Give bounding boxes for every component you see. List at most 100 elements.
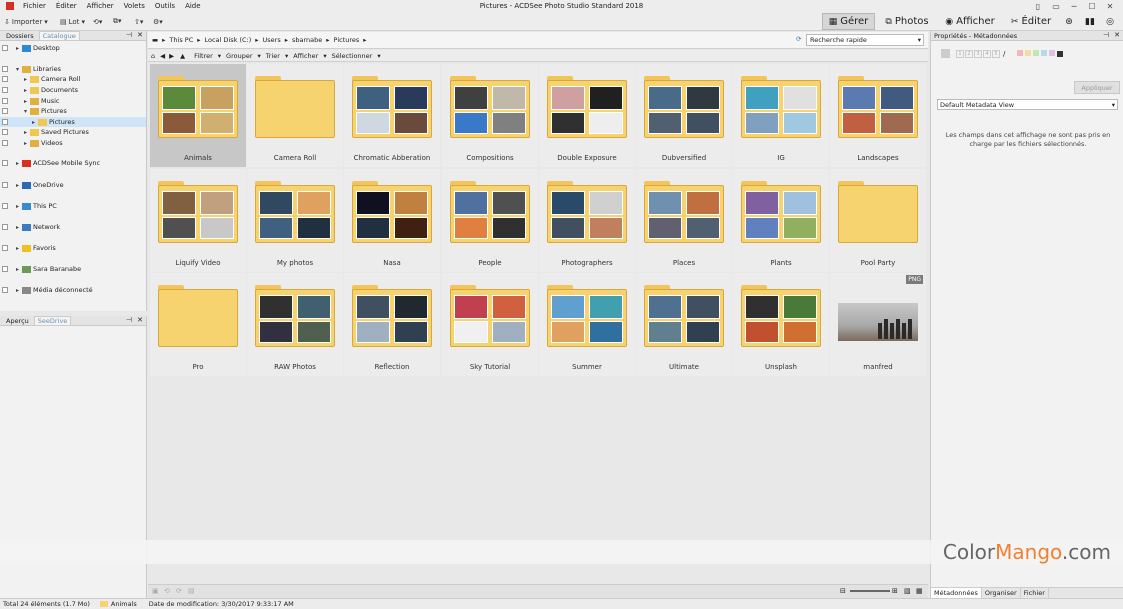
pen-icon[interactable]: / [1003, 50, 1005, 58]
360-button[interactable]: ⊛ [1061, 13, 1077, 30]
folder-nav-icon[interactable]: ▬ [148, 36, 162, 44]
home-icon[interactable]: ⌂ [148, 52, 158, 60]
tab-preview[interactable]: Aperçu [3, 317, 32, 325]
thumbnail-sky-tutorial[interactable]: Sky Tutorial [442, 273, 538, 376]
view-mode-icon[interactable]: ▦ [916, 587, 923, 595]
item-checkbox[interactable] [2, 140, 8, 146]
tab-folders[interactable]: Dossiers [3, 32, 37, 40]
filter-button[interactable]: Filtrer [189, 52, 218, 60]
thumbnail-photographers[interactable]: Photographers [539, 169, 635, 272]
sidebar-item-saved-pictures[interactable]: ▸ Saved Pictures [0, 127, 146, 137]
breadcrumb-pictures[interactable]: Pictures [330, 36, 364, 44]
sidebar-item-acdsee-mobile-sync[interactable]: ▸ ACDSee Mobile Sync [0, 158, 146, 168]
import-button[interactable]: ⇩ Importer ▾ [4, 15, 48, 28]
zoom-out-icon[interactable]: ⊟ [840, 587, 846, 595]
item-checkbox[interactable] [2, 87, 8, 93]
item-checkbox[interactable] [2, 182, 8, 188]
thumbnail-places[interactable]: Places [636, 169, 732, 272]
refresh-icon[interactable]: ⟳ [796, 35, 801, 43]
item-checkbox[interactable] [2, 245, 8, 251]
maximize-icon[interactable]: ☐ [1083, 0, 1101, 12]
sidebar-item-this-pc[interactable]: ▸ This PC [0, 201, 146, 211]
thumbnail-ultimate[interactable]: Ultimate [636, 273, 732, 376]
group-button[interactable]: Grouper [221, 52, 257, 60]
online-button[interactable]: ◎ [1102, 13, 1118, 30]
item-checkbox[interactable] [2, 266, 8, 272]
thumbnail-raw-photos[interactable]: RAW Photos [247, 273, 343, 376]
thumbnail-reflection[interactable]: Reflection [344, 273, 440, 376]
item-checkbox[interactable] [2, 45, 8, 51]
rotate-right-icon[interactable]: ⟳ [176, 587, 182, 595]
thumbnail-size-slider[interactable] [850, 590, 890, 592]
tools-button[interactable]: ⚙▾ [153, 15, 163, 28]
rating-star-1[interactable]: 1 [956, 50, 964, 58]
rating-star-2[interactable]: 2 [965, 50, 973, 58]
tab-organize[interactable]: Organiser [982, 588, 1021, 598]
copy-button[interactable]: ⧉▾ [113, 15, 122, 28]
mode-edit-button[interactable]: ✂ Éditer [1005, 13, 1057, 30]
pin-icon[interactable]: ⊣ [126, 31, 132, 39]
thumbnail-ig[interactable]: IG [733, 64, 829, 167]
thumbnail-plants[interactable]: Plants [733, 169, 829, 272]
checkbox-icon[interactable] [941, 49, 950, 58]
thumbnail-liquify-video[interactable]: Liquify Video [150, 169, 246, 272]
close-icon[interactable]: ✕ [1101, 0, 1119, 12]
thumbnail-camera-roll[interactable]: Camera Roll [247, 64, 343, 167]
thumbnail-pool-party[interactable]: Pool Party [830, 169, 926, 272]
back-icon[interactable]: ◀ [158, 52, 167, 60]
sidebar-item-sara-baranabe[interactable]: ▸ Sara Baranabe [0, 264, 146, 274]
sort-button[interactable]: Trier [261, 52, 285, 60]
close-icon[interactable]: ✕ [137, 31, 143, 39]
sidebar-item-desktop[interactable]: ▸ Desktop [0, 43, 146, 53]
thumbnail-compositions[interactable]: Compositions [442, 64, 538, 167]
rating-star-4[interactable]: 4 [983, 50, 991, 58]
thumbnail-chromatic-abberation[interactable]: Chromatic Abberation [344, 64, 440, 167]
thumbnail-landscapes[interactable]: Landscapes [830, 64, 926, 167]
color-label-2[interactable] [1025, 49, 1032, 56]
sidebar-item-videos[interactable]: ▸ Videos [0, 138, 146, 148]
thumbnail-people[interactable]: People [442, 169, 538, 272]
color-label-black[interactable] [1057, 50, 1064, 57]
item-checkbox[interactable] [2, 66, 8, 72]
select-all-icon[interactable]: ▣ [152, 587, 159, 595]
color-label-3[interactable] [1033, 49, 1040, 56]
mode-photos-button[interactable]: ⧉ Photos [878, 13, 936, 30]
rotate-left-icon[interactable]: ⟲ [164, 587, 170, 595]
color-label-1[interactable] [1017, 49, 1024, 56]
layout2-icon[interactable]: ▭ [1047, 0, 1065, 12]
up-icon[interactable]: ▲ [176, 52, 189, 60]
sidebar-item-pictures[interactable]: ▸ Pictures [0, 117, 146, 127]
tab-file[interactable]: Fichier [1021, 588, 1049, 598]
item-checkbox[interactable] [2, 224, 8, 230]
chevron-down-icon[interactable]: ▾ [918, 36, 921, 44]
thumbnail-double-exposure[interactable]: Double Exposure [539, 64, 635, 167]
breadcrumb-local-disk[interactable]: Local Disk (C:) [201, 36, 256, 44]
sidebar-item-pictures[interactable]: ▾ Pictures [0, 106, 146, 116]
item-checkbox[interactable] [2, 129, 8, 135]
batch-button[interactable]: ▤ Lot ▾ [60, 15, 85, 28]
view-button[interactable]: Afficher [288, 52, 323, 60]
item-checkbox[interactable] [2, 287, 8, 293]
mode-view-button[interactable]: ◉ Afficher [940, 13, 1000, 30]
thumbnail-unsplash[interactable]: Unsplash [733, 273, 829, 376]
pin-icon[interactable]: ⊣ [1103, 31, 1109, 39]
image-icon[interactable]: ▧ [904, 587, 911, 595]
item-checkbox[interactable] [2, 76, 8, 82]
compare-icon[interactable]: ▤ [188, 587, 195, 595]
mode-manage-button[interactable]: ▦ Gérer [822, 13, 875, 30]
item-checkbox[interactable] [2, 98, 8, 104]
thumbnail-dubversified[interactable]: Dubversified [636, 64, 732, 167]
zoom-in-icon[interactable]: ⊞ [892, 587, 898, 595]
thumbnail-animals[interactable]: Animals [150, 64, 246, 167]
item-checkbox[interactable] [2, 203, 8, 209]
sidebar-item-m-dia-d-connect-[interactable]: ▸ Média déconnecté [0, 285, 146, 295]
color-label-4[interactable] [1041, 49, 1048, 56]
sidebar-item-documents[interactable]: ▸ Documents [0, 85, 146, 95]
share-button[interactable]: ⇧▾ [134, 15, 143, 28]
sidebar-item-camera-roll[interactable]: ▸ Camera Roll [0, 74, 146, 84]
sidebar-item-libraries[interactable]: ▾ Libraries [0, 64, 146, 74]
apply-button[interactable]: Appliquer [1074, 81, 1120, 94]
thumbnail-summer[interactable]: Summer [539, 273, 635, 376]
quick-search-input[interactable]: Recherche rapide ▾ [806, 34, 924, 46]
sidebar-item-network[interactable]: ▸ Network [0, 222, 146, 232]
